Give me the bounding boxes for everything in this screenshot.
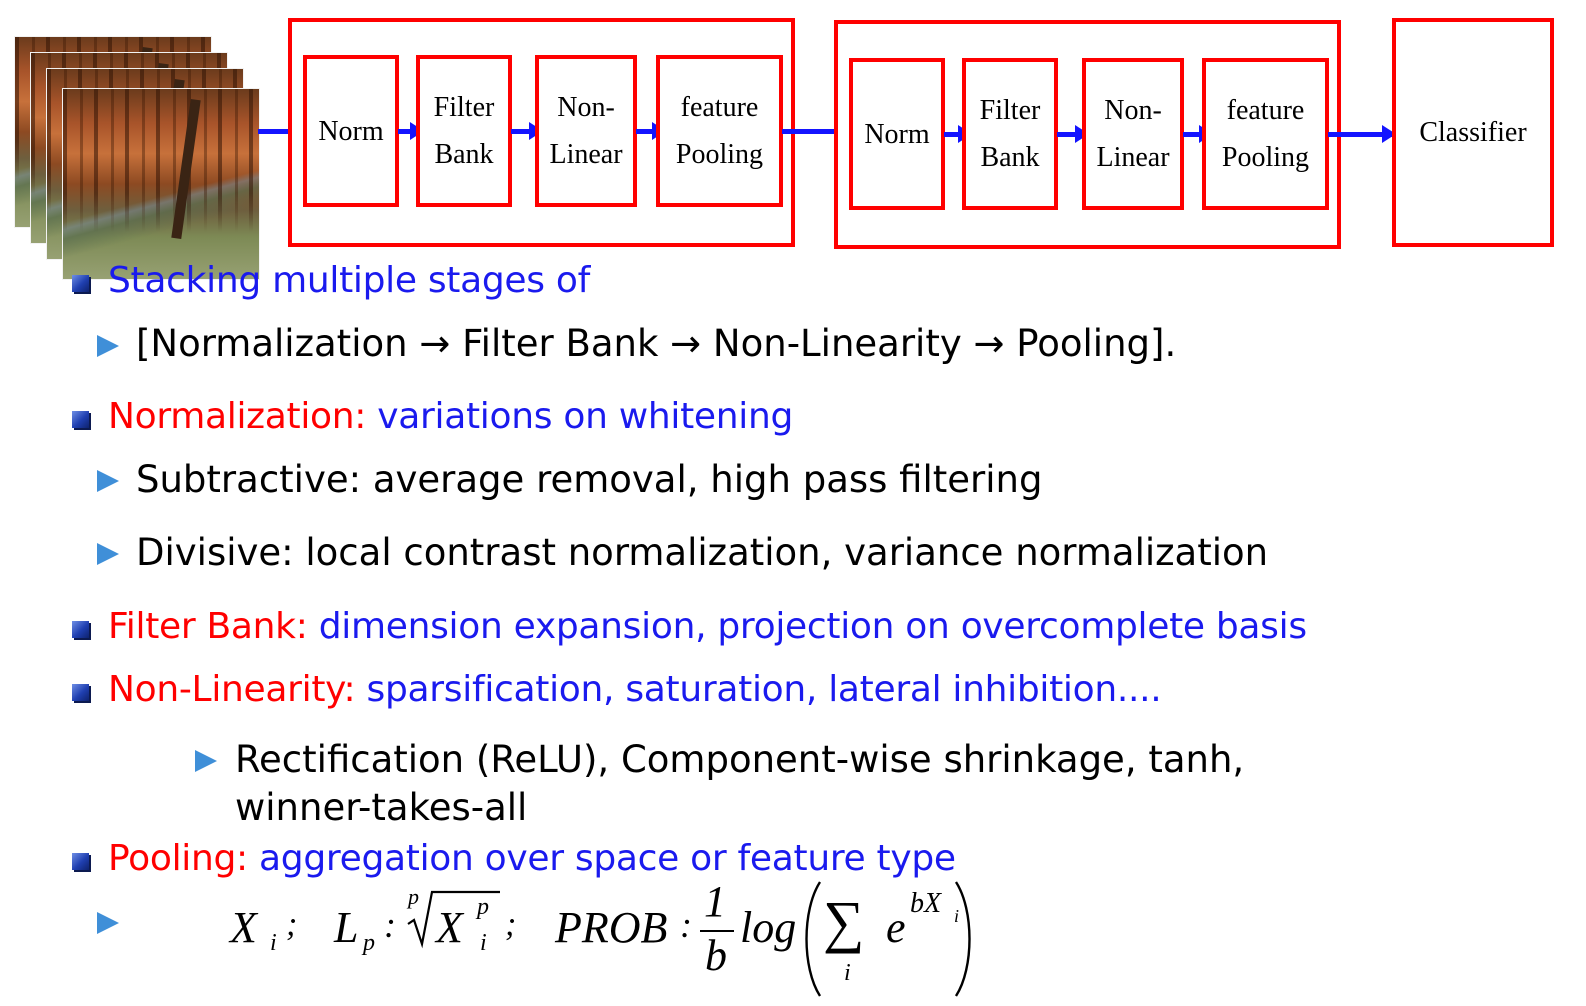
formula-log: log <box>740 903 797 952</box>
formula-l-subscript: p <box>363 930 375 956</box>
stage1-filter-bank-block: Filter Bank <box>416 55 512 207</box>
right-paren-icon <box>954 881 971 997</box>
arrow-s2-filter-nonlinear <box>1057 125 1089 143</box>
term-pooling: Pooling: <box>108 838 248 879</box>
bullet-square-icon <box>72 275 89 292</box>
bullet-square-icon <box>72 684 89 701</box>
sub-bullet-rectification-line2: winner-takes-all <box>235 786 528 829</box>
formula-fraction-denominator: b <box>705 931 727 980</box>
desc-non-linearity: sparsification, saturation, lateral inhi… <box>355 669 1162 710</box>
bullet-normalization: Normalization: variations on whitening <box>108 396 793 437</box>
bullet-square-icon <box>72 621 89 638</box>
sub-bullet-stacking: [Normalization → Filter Bank → Non-Linea… <box>136 322 1177 365</box>
bullet-stacking: Stacking multiple stages of <box>108 260 590 301</box>
formula-e: e <box>886 903 906 952</box>
bullet-square-icon <box>72 853 89 870</box>
stage1-norm-block: Norm <box>303 55 399 207</box>
stage2-non-linear-block: Non- Linear <box>1082 58 1184 210</box>
bullet-filter-bank: Filter Bank: dimension expansion, projec… <box>108 606 1307 647</box>
sub-bullet-triangle-icon <box>97 335 119 357</box>
term-normalization: Normalization: <box>108 396 367 437</box>
stage2-filter-bank-block: Filter Bank <box>962 58 1058 210</box>
bullet-stacking-text: Stacking multiple stages of <box>108 260 590 301</box>
formula-sum-symbol: ∑ <box>823 889 865 954</box>
stage1-feature-pooling-block: feature Pooling <box>656 55 783 207</box>
formula-fraction-numerator: 1 <box>704 877 726 926</box>
formula-prob: PROB <box>555 903 668 952</box>
stage1-non-linear-block: Non- Linear <box>535 55 637 207</box>
arrow-stage2-to-classifier <box>1328 125 1396 143</box>
sub-bullet-triangle-icon <box>195 750 217 772</box>
sub-bullet-rectification-line1: Rectification (ReLU), Component-wise shr… <box>235 738 1245 781</box>
left-paren-icon <box>805 881 822 997</box>
formula-exp-bx: bX <box>910 888 942 919</box>
term-filter-bank: Filter Bank: <box>108 606 308 647</box>
sub-bullet-triangle-icon <box>97 912 119 934</box>
formula-colon2: : <box>680 905 692 945</box>
formula-root-x-sup: p <box>477 894 489 920</box>
desc-normalization: variations on whitening <box>366 396 794 437</box>
formula-colon1: : <box>384 905 396 945</box>
desc-pooling: aggregation over space or feature type <box>247 838 956 879</box>
formula-l: L <box>334 903 359 952</box>
formula-root-x-sub: i <box>480 930 487 956</box>
formula-x: X <box>230 903 257 952</box>
bullet-pooling: Pooling: aggregation over space or featu… <box>108 838 956 879</box>
sub-bullet-divisive: Divisive: local contrast normalization, … <box>136 531 1269 574</box>
formula-x-subscript: i <box>270 930 277 956</box>
sub-bullet-triangle-icon <box>97 543 119 565</box>
sub-bullet-subtractive: Subtractive: average removal, high pass … <box>136 458 1043 501</box>
sub-bullet-triangle-icon <box>97 470 119 492</box>
stage2-norm-block: Norm <box>849 58 945 210</box>
classifier-block: Classifier <box>1392 18 1554 247</box>
stage2-feature-pooling-block: feature Pooling <box>1202 58 1329 210</box>
term-non-linearity: Non-Linearity: <box>108 669 356 710</box>
formula-root-x: X <box>436 903 463 952</box>
bullet-square-icon <box>72 411 89 428</box>
bullet-non-linearity: Non-Linearity: sparsification, saturatio… <box>108 669 1162 710</box>
formula-sum-index: i <box>844 960 851 986</box>
input-image <box>62 88 260 280</box>
formula-sep2: ; <box>505 906 517 943</box>
desc-filter-bank: dimension expansion, projection on overc… <box>307 606 1307 647</box>
formula-sep1: ; <box>286 906 298 943</box>
